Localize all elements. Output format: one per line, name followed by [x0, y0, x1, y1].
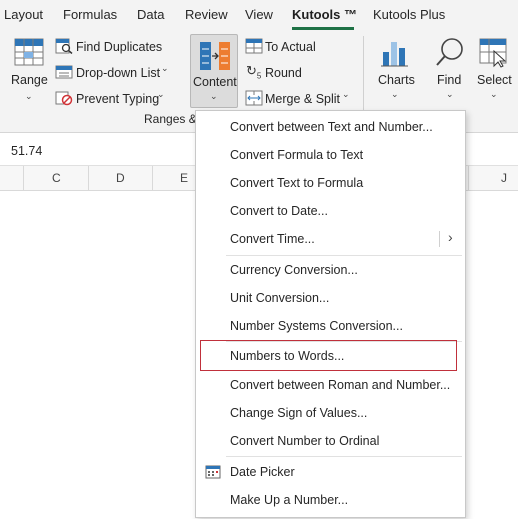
- range-icon: [14, 38, 44, 66]
- select-icon: [479, 38, 507, 68]
- column-header-e[interactable]: E: [180, 171, 188, 185]
- content-dropdown-menu: Convert between Text and Number... Conve…: [195, 110, 466, 518]
- merge-split-label: Merge & Split: [265, 92, 341, 106]
- tab-view[interactable]: View: [245, 7, 273, 22]
- ribbon-tab-bar: Layout Formulas Data Review View Kutools…: [0, 0, 518, 30]
- menu-item-label: Convert between Text and Number...: [230, 120, 433, 134]
- tab-kutools-plus[interactable]: Kutools Plus: [373, 7, 445, 22]
- column-divider: [152, 166, 153, 190]
- menu-item-convert-time[interactable]: Convert Time... ›: [196, 225, 465, 253]
- menu-item-unit-conversion[interactable]: Unit Conversion...: [196, 284, 465, 312]
- range-label: Range: [11, 73, 48, 87]
- chevron-right-icon: ›: [448, 229, 453, 245]
- charts-icon: [381, 42, 408, 67]
- menu-item-number-to-ordinal[interactable]: Convert Number to Ordinal: [196, 427, 465, 455]
- menu-item-label: Number Systems Conversion...: [230, 319, 403, 333]
- content-icon: [200, 42, 230, 70]
- submenu-divider: [439, 231, 440, 247]
- menu-item-text-to-formula[interactable]: Convert Text to Formula: [196, 169, 465, 197]
- menu-item-currency-conversion[interactable]: Currency Conversion...: [196, 256, 465, 284]
- menu-item-date-picker[interactable]: Date Picker: [196, 458, 465, 486]
- menu-item-label: Convert Formula to Text: [230, 148, 364, 162]
- menu-item-convert-text-number[interactable]: Convert between Text and Number...: [196, 113, 465, 141]
- tab-formulas[interactable]: Formulas: [63, 7, 117, 22]
- content-label: Content: [193, 75, 237, 89]
- menu-item-label: Unit Conversion...: [230, 291, 330, 305]
- chevron-down-icon: ⌄: [391, 89, 399, 99]
- menu-item-change-sign[interactable]: Change Sign of Values...: [196, 399, 465, 427]
- prevent-typing-label: Prevent Typing: [76, 92, 160, 106]
- to-actual-label: To Actual: [265, 40, 316, 54]
- formula-bar-value: 51.74: [11, 144, 43, 158]
- menu-item-label: Currency Conversion...: [230, 263, 358, 277]
- column-divider: [468, 166, 469, 190]
- menu-separator: [226, 456, 462, 457]
- chevron-down-icon: ⌄: [342, 89, 350, 99]
- group-divider: [363, 36, 364, 114]
- chevron-down-icon: ⌄: [25, 91, 33, 101]
- find-duplicates-label: Find Duplicates: [76, 40, 163, 54]
- menu-item-label: Convert between Roman and Number...: [230, 378, 451, 392]
- select-label: Select: [477, 73, 512, 87]
- menu-item-make-up-number[interactable]: Make Up a Number...: [196, 486, 465, 514]
- menu-item-convert-to-date[interactable]: Convert to Date...: [196, 197, 465, 225]
- group-label-ranges: Ranges &: [144, 112, 197, 126]
- tab-kutools[interactable]: Kutools ™: [292, 7, 357, 22]
- search-icon: [436, 38, 463, 66]
- dropdown-list-icon: [55, 65, 73, 79]
- chevron-down-icon: ⌄: [446, 89, 454, 99]
- menu-item-label: Change Sign of Values...: [230, 406, 368, 420]
- charts-label: Charts: [378, 73, 415, 87]
- find-label: Find: [437, 73, 462, 87]
- menu-item-roman-number[interactable]: Convert between Roman and Number...: [196, 371, 465, 399]
- column-header-d[interactable]: D: [116, 171, 125, 185]
- menu-item-label: Convert to Date...: [230, 204, 328, 218]
- menu-item-label: Make Up a Number...: [230, 493, 349, 507]
- menu-item-label: Convert Time...: [230, 232, 315, 246]
- find-duplicates-icon: [55, 38, 73, 54]
- menu-item-formula-to-text[interactable]: Convert Formula to Text: [196, 141, 465, 169]
- content-button[interactable]: Content ⌄: [190, 34, 238, 108]
- to-actual-icon: [245, 38, 263, 54]
- calendar-icon: [205, 465, 221, 479]
- tab-review[interactable]: Review: [185, 7, 228, 22]
- chevron-down-icon: ⌄: [161, 63, 169, 73]
- dropdown-list-label: Drop-down List: [76, 66, 161, 80]
- round-label: Round: [265, 66, 302, 80]
- tab-layout[interactable]: Layout: [4, 7, 43, 22]
- menu-item-label: Convert Text to Formula: [230, 176, 364, 190]
- column-divider: [23, 166, 24, 190]
- highlight-box: [200, 340, 457, 371]
- menu-item-label: Convert Number to Ordinal: [230, 434, 380, 448]
- chevron-down-icon: ⌄: [490, 89, 498, 99]
- menu-item-number-systems[interactable]: Number Systems Conversion...: [196, 312, 465, 340]
- chevron-down-icon: ⌄: [210, 91, 218, 101]
- prevent-typing-icon: [55, 91, 73, 106]
- column-divider: [88, 166, 89, 190]
- round-icon: ↻5: [246, 63, 262, 81]
- tab-data[interactable]: Data: [137, 7, 164, 22]
- chevron-down-icon: ⌄: [157, 89, 165, 99]
- column-header-j[interactable]: J: [501, 171, 507, 185]
- merge-split-icon: [245, 90, 263, 106]
- column-header-c[interactable]: C: [52, 171, 61, 185]
- menu-item-label: Date Picker: [230, 465, 295, 479]
